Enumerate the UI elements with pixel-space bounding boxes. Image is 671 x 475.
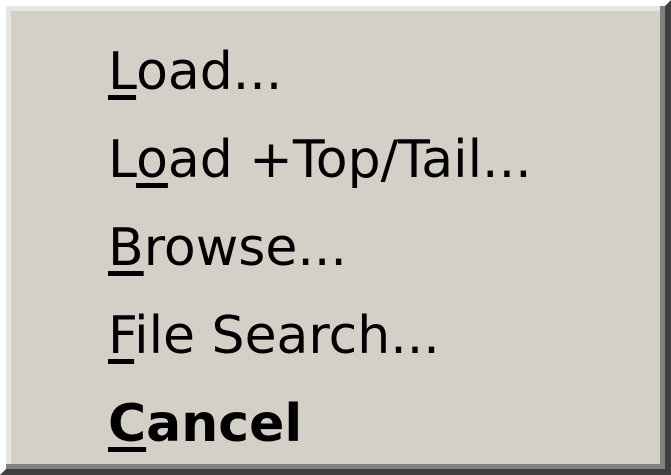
- menu-item-label: Load...: [108, 42, 283, 102]
- menu-item-label: Load +Top/Tail...: [108, 130, 532, 190]
- menu-item-label: File Search...: [108, 306, 440, 366]
- mnemonic-char: B: [108, 218, 144, 278]
- menu-item-browse[interactable]: Browse...: [18, 204, 653, 292]
- mnemonic-char: L: [108, 42, 137, 102]
- context-menu: Load... Load +Top/Tail... Browse... File…: [0, 0, 671, 475]
- menu-item-label: Browse...: [108, 218, 347, 278]
- mnemonic-char: F: [108, 306, 135, 366]
- menu-item-label: Cancel: [108, 394, 303, 454]
- menu-item-load-top-tail[interactable]: Load +Top/Tail...: [18, 116, 653, 204]
- menu-item-cancel[interactable]: Cancel: [18, 380, 653, 468]
- mnemonic-char: o: [136, 130, 168, 190]
- menu-item-file-search[interactable]: File Search...: [18, 292, 653, 380]
- menu-item-load[interactable]: Load...: [18, 28, 653, 116]
- mnemonic-char: C: [108, 394, 147, 454]
